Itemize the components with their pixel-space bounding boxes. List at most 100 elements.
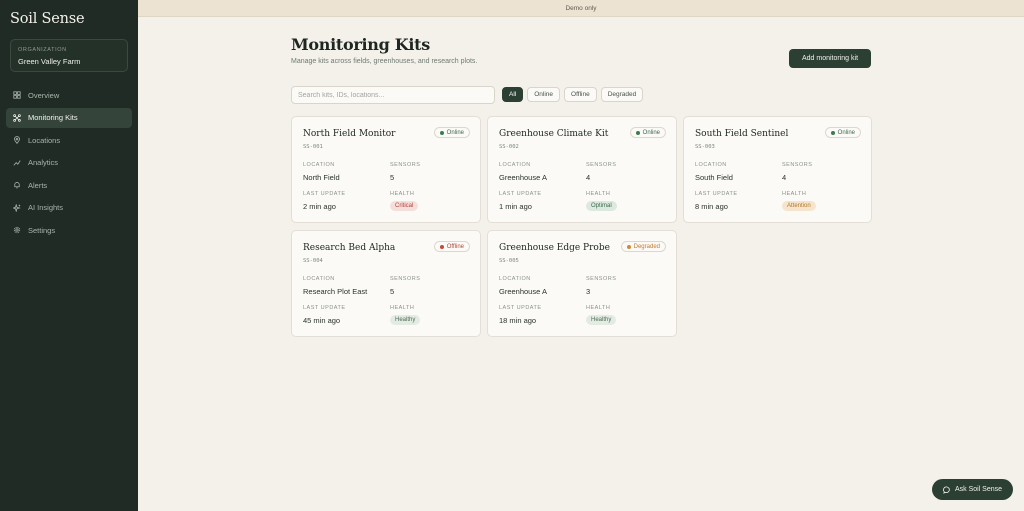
last-update-label: LAST UPDATE (303, 191, 346, 197)
sidebar-item-label: Alerts (28, 180, 48, 190)
status-dot-icon (830, 130, 835, 135)
health-badge: Optimal (586, 201, 617, 211)
location-label: LOCATION (499, 162, 531, 168)
filter-online[interactable]: Online (527, 87, 561, 102)
sidebar-item-ai-insights[interactable]: AI Insights (6, 198, 132, 218)
pin-icon (13, 136, 21, 144)
sensors-value: 5 (390, 173, 395, 182)
status-badge: Online (433, 127, 470, 138)
kit-card[interactable]: Research Bed Alpha SS-004 Offline LOCATI… (291, 230, 481, 337)
kit-id: SS-002 (499, 144, 519, 150)
location-value: North Field (303, 173, 340, 182)
status-badge: Online (629, 127, 666, 138)
sparkle-icon (13, 203, 21, 212)
last-update-value: 2 min ago (303, 202, 336, 211)
filter-offline[interactable]: Offline (564, 87, 597, 102)
status-dot-icon (439, 244, 444, 249)
ask-label: Ask Soil Sense (954, 486, 1003, 493)
grid-icon (13, 91, 21, 99)
location-value: South Field (695, 173, 733, 182)
trend-icon (13, 159, 21, 167)
status-badge: Offline (433, 241, 470, 252)
sidebar-item-monitoring-kits[interactable]: Monitoring Kits (6, 107, 132, 128)
last-update-value: 45 min ago (303, 316, 341, 325)
app-logo[interactable]: Soil Sense (10, 11, 85, 27)
last-update-value: 18 min ago (499, 316, 537, 325)
status-dot-icon (626, 244, 631, 249)
sensors-label: SENSORS (390, 162, 421, 168)
kit-name: Greenhouse Climate Kit (499, 129, 609, 139)
status-badge: Degraded (620, 241, 666, 252)
sidebar-item-locations[interactable]: Locations (6, 130, 132, 150)
sensors-value: 4 (586, 173, 591, 182)
kit-name: North Field Monitor (303, 129, 396, 139)
sensors-value: 3 (586, 287, 591, 296)
chat-bubble-icon (943, 486, 950, 494)
health-badge: Attention (782, 201, 816, 211)
sidebar-item-label: Settings (28, 225, 56, 235)
sidebar-item-overview[interactable]: Overview (6, 85, 132, 105)
status-badge: Online (824, 127, 861, 138)
status-dot-icon (439, 130, 444, 135)
sidebar-item-label: Analytics (28, 158, 59, 167)
bell-icon (13, 181, 21, 189)
location-label: LOCATION (695, 162, 727, 168)
last-update-label: LAST UPDATE (303, 305, 346, 311)
sensors-label: SENSORS (586, 162, 617, 168)
gear-icon (13, 226, 21, 234)
sidebar-item-analytics[interactable]: Analytics (6, 153, 132, 173)
status-label: Online (446, 129, 464, 136)
ask-soil-sense-button[interactable]: Ask Soil Sense (932, 479, 1013, 500)
last-update-value: 8 min ago (695, 202, 728, 211)
organization-switcher[interactable]: ORGANIZATION Green Valley Farm (10, 39, 128, 72)
last-update-label: LAST UPDATE (499, 191, 542, 197)
search-input[interactable] (291, 86, 495, 104)
kit-id: SS-004 (303, 258, 323, 264)
sensors-label: SENSORS (586, 276, 617, 282)
location-label: LOCATION (303, 162, 335, 168)
sensors-label: SENSORS (390, 276, 421, 282)
organization-name: Green Valley Farm (18, 57, 81, 66)
status-label: Online (837, 129, 855, 136)
add-monitoring-kit-button[interactable]: Add monitoring kit (789, 49, 871, 68)
kit-card[interactable]: Greenhouse Edge Probe SS-005 Degraded LO… (487, 230, 677, 337)
sensors-value: 5 (390, 287, 395, 296)
page-title: Monitoring Kits (291, 35, 430, 54)
filter-all[interactable]: All (502, 87, 524, 102)
sensors-value: 4 (782, 173, 787, 182)
sidebar: Soil Sense ORGANIZATION Green Valley Far… (0, 0, 138, 511)
last-update-value: 1 min ago (499, 202, 532, 211)
health-label: HEALTH (586, 191, 611, 197)
sidebar-item-alerts[interactable]: Alerts (6, 175, 132, 195)
last-update-label: LAST UPDATE (499, 305, 542, 311)
last-update-label: LAST UPDATE (695, 191, 738, 197)
sidebar-item-label: Overview (28, 90, 60, 100)
health-label: HEALTH (782, 191, 807, 197)
sidebar-item-label: Monitoring Kits (28, 113, 78, 122)
status-filter-group: All Online Offline Degraded (502, 87, 644, 102)
kit-name: South Field Sentinel (695, 129, 789, 139)
location-label: LOCATION (303, 276, 335, 282)
status-label: Online (642, 129, 660, 136)
health-badge: Healthy (390, 315, 421, 325)
sidebar-item-settings[interactable]: Settings (6, 220, 132, 240)
demo-banner: Demo only (138, 0, 1024, 17)
kit-id: SS-005 (499, 258, 519, 264)
filter-degraded[interactable]: Degraded (600, 87, 644, 102)
health-badge: Healthy (586, 315, 617, 325)
kit-card[interactable]: South Field Sentinel SS-003 Online LOCAT… (683, 116, 872, 223)
kit-name: Greenhouse Edge Probe (499, 243, 610, 253)
sidebar-item-label: AI Insights (28, 203, 64, 212)
location-value: Greenhouse A (499, 287, 547, 296)
kit-card[interactable]: North Field Monitor SS-001 Online LOCATI… (291, 116, 481, 223)
kit-id: SS-003 (695, 144, 715, 150)
health-label: HEALTH (390, 305, 415, 311)
kit-id: SS-001 (303, 144, 323, 150)
kit-card[interactable]: Greenhouse Climate Kit SS-002 Online LOC… (487, 116, 677, 223)
health-label: HEALTH (586, 305, 611, 311)
page-subtitle: Manage kits across fields, greenhouses, … (291, 58, 478, 65)
status-label: Degraded (633, 243, 660, 250)
network-icon (13, 113, 21, 122)
organization-label: ORGANIZATION (18, 47, 67, 53)
status-label: Offline (446, 243, 464, 250)
